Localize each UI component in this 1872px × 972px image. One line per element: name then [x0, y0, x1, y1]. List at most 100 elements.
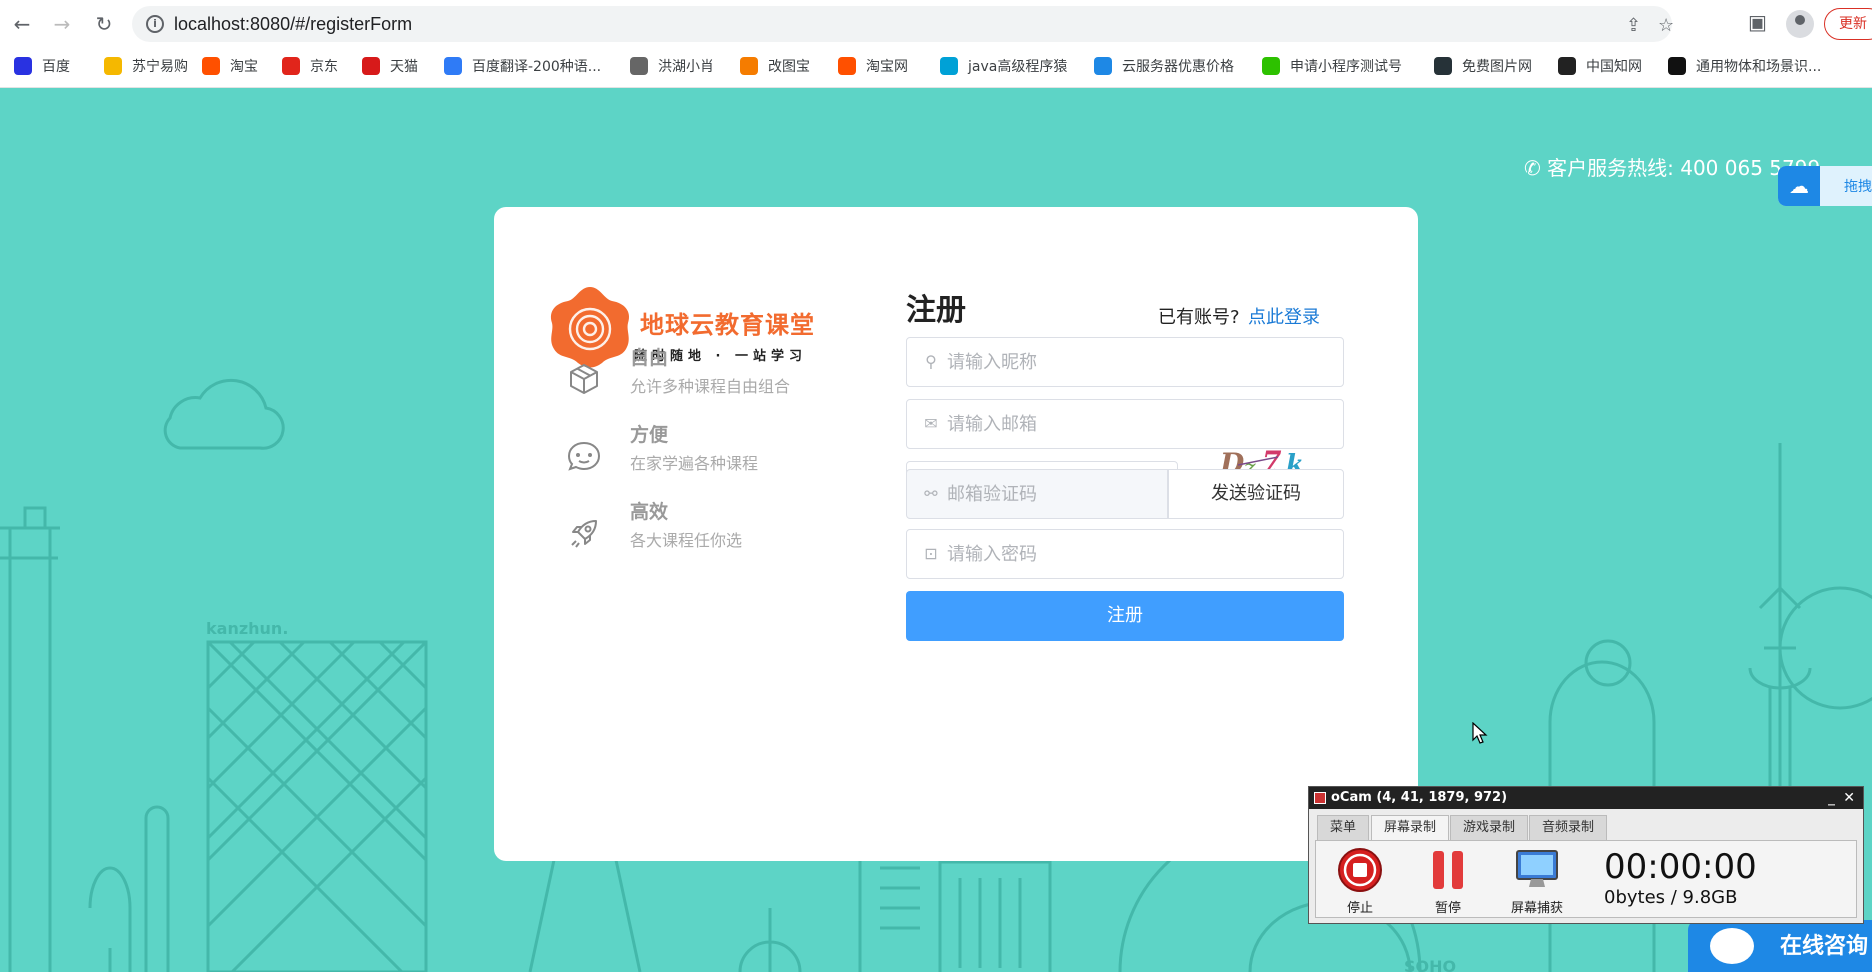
- monitor-icon: [1516, 850, 1558, 887]
- recording-timer: 00:00:00: [1604, 847, 1757, 887]
- t-icon: [1434, 57, 1452, 75]
- bookmark-item[interactable]: java高级程序猿: [940, 54, 1067, 78]
- register-card: 地球云教育课堂 随时随地 · 一站学习 自由 允许多种课程自由组合 方便 在家学…: [494, 207, 1418, 861]
- stop-icon: [1338, 848, 1382, 892]
- wechat-icon: [1262, 57, 1280, 75]
- sidebar-icon[interactable]: ▣: [1748, 10, 1767, 34]
- browser-toolbar: ← → ↻ i localhost:8080/#/registerForm ⇪ …: [0, 0, 1872, 88]
- feature-item: 自由 允许多种课程自由组合: [566, 343, 866, 403]
- bookmark-label: 百度: [42, 59, 70, 75]
- feature-title: 自由: [630, 347, 669, 369]
- profile-avatar-icon[interactable]: [1786, 10, 1814, 38]
- bookmark-label: 洪湖小肖: [658, 59, 714, 75]
- bookmarks-bar: 百度 苏宁易购 淘宝 京东 天猫 百度翻译-200种语... 洪湖小肖 改图宝 淘宝网 java高…: [0, 50, 1872, 82]
- ocam-titlebar[interactable]: oCam (4, 41, 1879, 972) _ ✕: [1309, 787, 1863, 809]
- svg-text:SOHO: SOHO: [1404, 957, 1456, 972]
- bookmark-item[interactable]: 云服务器优惠价格: [1094, 54, 1234, 78]
- tab-game-record[interactable]: 游戏录制: [1450, 815, 1529, 841]
- bookmark-label: 天猫: [390, 59, 418, 75]
- brand-title: 地球云教育课堂: [640, 311, 815, 339]
- password-field: ⊡: [906, 529, 1344, 579]
- bookmark-item[interactable]: 百度: [14, 54, 70, 78]
- email-code-input[interactable]: [947, 470, 1157, 518]
- bookmark-label: 淘宝网: [866, 59, 908, 75]
- bookmark-item[interactable]: 京东: [282, 54, 338, 78]
- pause-label: 暂停: [1434, 901, 1461, 916]
- bilibili-icon: [940, 57, 958, 75]
- bookmark-label: 免费图片网: [1462, 59, 1532, 75]
- online-chat-label: 在线咨询: [1780, 934, 1869, 959]
- baidu-icon: [14, 57, 32, 75]
- tab-audio-record[interactable]: 音频录制: [1529, 815, 1608, 841]
- nickname-input[interactable]: [947, 338, 1327, 386]
- bookmark-item[interactable]: 申请小程序测试号: [1262, 54, 1402, 78]
- ocam-app-icon: [1314, 792, 1326, 804]
- send-code-button[interactable]: 发送验证码: [1168, 469, 1344, 519]
- share-icon[interactable]: ⇪: [1626, 15, 1641, 36]
- address-bar[interactable]: i localhost:8080/#/registerForm ⇪ ☆: [132, 6, 1674, 42]
- screen-capture-label: 屏幕捕获: [1510, 901, 1563, 916]
- url-text[interactable]: localhost:8080/#/registerForm: [174, 14, 412, 35]
- mail-icon: ✉: [924, 414, 938, 433]
- feature-title: 高效: [630, 501, 669, 523]
- mouse-cursor-icon: [1472, 722, 1488, 744]
- screen-capture-button[interactable]: 屏幕捕获: [1500, 845, 1574, 916]
- back-arrow-icon[interactable]: ←: [10, 12, 34, 36]
- pause-button[interactable]: 暂停: [1418, 845, 1478, 916]
- forward-arrow-icon[interactable]: →: [50, 12, 74, 36]
- suning-icon: [104, 57, 122, 75]
- translate-icon: [444, 57, 462, 75]
- svg-text:kanzhun.: kanzhun.: [206, 619, 288, 638]
- feature-item: 高效 各大课程任你选: [566, 497, 866, 557]
- cloud-icon: [1094, 57, 1112, 75]
- tab-menu[interactable]: 菜单: [1317, 815, 1370, 841]
- bookmark-item[interactable]: 苏宁易购: [104, 54, 188, 78]
- ocam-panel: 停止 暂停 屏幕捕获 00:00:00 0bytes / 9.8GB: [1315, 840, 1857, 918]
- site-info-icon[interactable]: i: [146, 15, 164, 33]
- bookmark-item[interactable]: 免费图片网: [1434, 54, 1532, 78]
- bookmark-item[interactable]: 淘宝网: [838, 54, 908, 78]
- hawk-icon: [630, 57, 648, 75]
- bookmark-label: 京东: [310, 59, 338, 75]
- address-row: ← → ↻ i localhost:8080/#/registerForm ⇪ …: [0, 0, 1872, 48]
- taobao-icon: [838, 57, 856, 75]
- bookmark-item[interactable]: 洪湖小肖: [630, 54, 714, 78]
- bookmark-item[interactable]: 淘宝: [202, 54, 258, 78]
- minimize-icon[interactable]: _: [1828, 787, 1835, 809]
- update-button[interactable]: 更新: [1824, 8, 1872, 40]
- bookmark-item[interactable]: 百度翻译-200种语...: [444, 54, 601, 78]
- password-input[interactable]: [947, 530, 1327, 578]
- star-icon[interactable]: ☆: [1658, 15, 1674, 36]
- stop-button[interactable]: 停止: [1330, 845, 1390, 916]
- bookmark-item[interactable]: 中国知网: [1558, 54, 1642, 78]
- form-title: 注册: [906, 293, 966, 328]
- phone-icon: ✆: [1524, 156, 1541, 180]
- register-button[interactable]: 注册: [906, 591, 1344, 641]
- tab-screen-record[interactable]: 屏幕录制: [1371, 815, 1450, 841]
- chat-face-icon: [567, 441, 601, 471]
- gaitubao-icon: [740, 57, 758, 75]
- close-icon[interactable]: ✕: [1843, 787, 1855, 809]
- chat-bubble-icon: [1710, 928, 1754, 964]
- rocket-icon: [571, 520, 597, 548]
- link-icon: ⚯: [924, 484, 938, 503]
- stop-label: 停止: [1346, 901, 1373, 916]
- login-link[interactable]: 点此登录: [1248, 303, 1320, 329]
- side-drag-tab[interactable]: ☁ 拖拽: [1778, 166, 1872, 206]
- bookmark-label: 苏宁易购: [132, 59, 188, 75]
- have-account-text: 已有账号?: [1158, 307, 1240, 328]
- bookmark-label: 中国知网: [1586, 59, 1642, 75]
- jd-icon: [282, 57, 300, 75]
- bookmark-label: 通用物体和场景识...: [1696, 59, 1822, 75]
- lock-icon: ⊡: [924, 544, 938, 563]
- bookmark-item[interactable]: 改图宝: [740, 54, 810, 78]
- online-chat-button[interactable]: 在线咨询: [1688, 920, 1872, 972]
- bookmark-label: 淘宝: [230, 59, 258, 75]
- nickname-field: ⚲: [906, 337, 1344, 387]
- taobao-icon: [202, 57, 220, 75]
- service-hotline: ✆ 客户服务热线: 400 065 5799: [1524, 156, 1821, 180]
- bookmark-item[interactable]: 通用物体和场景识...: [1668, 54, 1821, 78]
- bookmark-item[interactable]: 天猫: [362, 54, 418, 78]
- ai-icon: [1668, 57, 1686, 75]
- reload-icon[interactable]: ↻: [92, 12, 116, 36]
